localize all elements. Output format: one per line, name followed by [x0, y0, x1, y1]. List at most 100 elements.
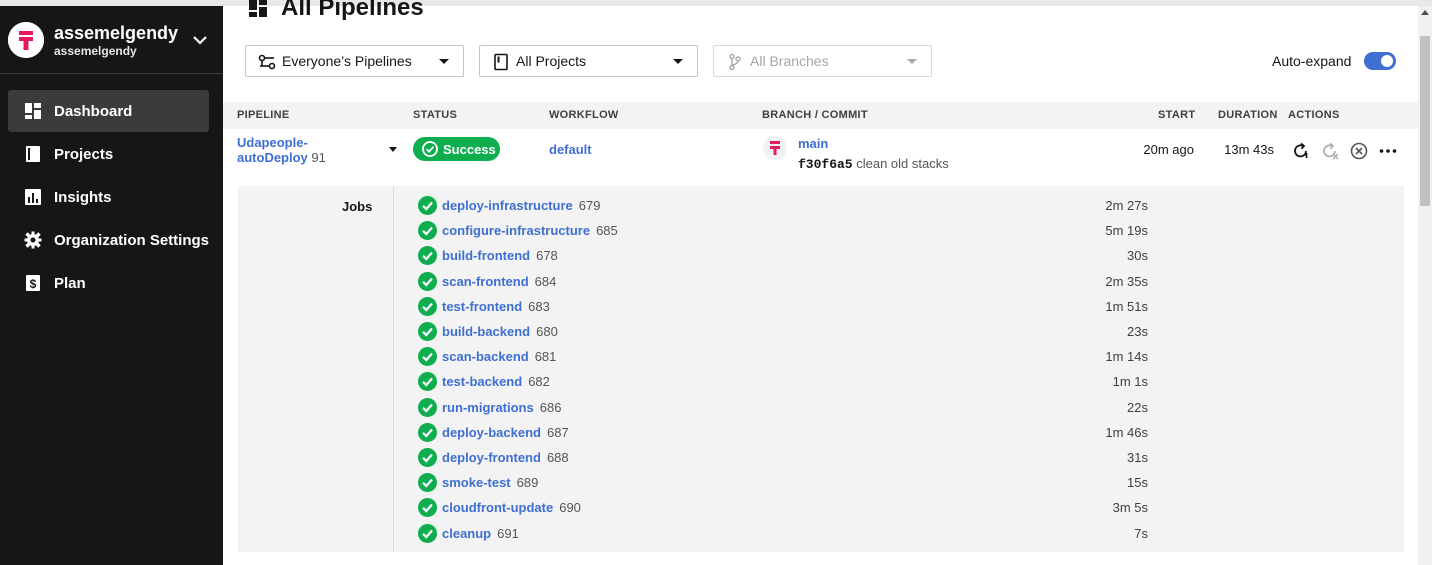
- sidebar-item-label: Dashboard: [54, 102, 133, 120]
- brand-logo-icon: [770, 141, 780, 155]
- job-name: run-migrations: [442, 399, 534, 415]
- rerun-failed-icon[interactable]: [1320, 141, 1340, 161]
- sidebar-item-insights[interactable]: Insights: [8, 176, 209, 218]
- cancel-icon[interactable]: [1349, 141, 1369, 161]
- pipelines-filter-label: Everyone’s Pipelines: [282, 53, 412, 69]
- scrollbar[interactable]: [1418, 6, 1432, 565]
- job-row: cloudfront-update 690 3m 5s: [418, 498, 1278, 518]
- job-link[interactable]: configure-infrastructure 685: [442, 223, 618, 238]
- job-link[interactable]: scan-frontend 684: [442, 274, 556, 289]
- brand-logo-icon: [8, 22, 44, 58]
- job-duration: 31s: [1127, 450, 1148, 465]
- job-row: deploy-frontend 688 31s: [418, 448, 1278, 468]
- job-link[interactable]: build-backend 680: [442, 324, 558, 339]
- sidebar-item-label: Projects: [54, 145, 114, 163]
- page-title-area: All Pipelines: [247, 0, 424, 24]
- svg-text:$: $: [30, 277, 37, 291]
- job-number: 688: [546, 450, 569, 465]
- job-link[interactable]: deploy-frontend 688: [442, 450, 569, 465]
- job-row: smoke-test 689 15s: [418, 473, 1278, 493]
- pipeline-duration: 13m 43s: [1224, 142, 1274, 157]
- job-name: deploy-backend: [442, 424, 541, 440]
- job-link[interactable]: run-migrations 686: [442, 400, 561, 415]
- more-options-icon[interactable]: [1378, 141, 1398, 161]
- job-link[interactable]: cleanup 691: [442, 526, 519, 541]
- job-duration: 2m 27s: [1105, 198, 1148, 213]
- job-name: build-frontend: [442, 248, 531, 264]
- pipeline-link[interactable]: Udapeople- autoDeploy 91: [237, 135, 387, 165]
- toggle-knob: [1381, 55, 1393, 67]
- job-link[interactable]: scan-backend 681: [442, 349, 556, 364]
- job-link[interactable]: test-frontend 683: [442, 299, 550, 314]
- sidebar-item-label: Insights: [54, 188, 112, 206]
- job-number: 680: [536, 324, 558, 339]
- job-duration: 7s: [1134, 525, 1148, 541]
- job-link[interactable]: deploy-backend 687: [442, 425, 569, 440]
- job-name: smoke-test: [442, 475, 511, 491]
- column-header-actions: ACTIONS: [1288, 109, 1340, 121]
- chevron-down-icon[interactable]: [190, 30, 210, 50]
- projects-filter-select[interactable]: All Projects: [479, 45, 698, 77]
- status-label: Success: [443, 141, 496, 157]
- job-duration: 15s: [1127, 475, 1148, 491]
- start-time: 20m ago: [1143, 142, 1194, 157]
- job-name: test-frontend: [442, 298, 523, 314]
- sidebar-item-projects[interactable]: Projects: [8, 133, 209, 175]
- sidebar-item-organization-settings[interactable]: Organization Settings: [8, 219, 209, 261]
- sidebar-item-plan[interactable]: $ Plan: [8, 262, 209, 304]
- commit-hash-link[interactable]: f30f6a5: [798, 157, 853, 172]
- sidebar-item-label: Plan: [54, 274, 86, 292]
- workflow-link[interactable]: default: [549, 142, 592, 157]
- expand-caret-icon[interactable]: [389, 147, 397, 152]
- sidebar-item-dashboard[interactable]: Dashboard: [8, 90, 209, 132]
- success-check-icon: [418, 498, 437, 518]
- column-header-status: STATUS: [413, 109, 458, 121]
- commit-message: clean old stacks: [856, 156, 949, 171]
- rerun-icon[interactable]: [1291, 141, 1311, 161]
- job-row: deploy-backend 687 1m 46s: [418, 422, 1278, 443]
- scrollbar-thumb[interactable]: [1420, 36, 1430, 206]
- job-number: 684: [534, 273, 557, 289]
- branches-filter-select[interactable]: All Branches: [713, 45, 932, 77]
- scroll-up-arrow-icon[interactable]: [1421, 10, 1429, 15]
- dashboard-icon: [25, 103, 41, 119]
- branches-filter-label: All Branches: [750, 53, 829, 69]
- insights-icon: [25, 189, 41, 205]
- org-switcher[interactable]: assemelgendy assemelgendy: [0, 6, 223, 74]
- auto-expand-toggle[interactable]: [1364, 52, 1396, 70]
- caret-down-icon: [439, 59, 449, 64]
- job-name: cleanup: [442, 525, 492, 541]
- column-header-workflow: WORKFLOW: [549, 109, 619, 121]
- jobs-label: Jobs: [342, 199, 373, 214]
- job-link[interactable]: build-frontend 678: [442, 248, 558, 263]
- job-row: scan-frontend 684 2m 35s: [418, 271, 1278, 292]
- branch-link[interactable]: main: [798, 136, 828, 151]
- job-duration: 1m 1s: [1112, 374, 1148, 390]
- status-badge[interactable]: Success: [413, 137, 500, 161]
- success-check-icon: [418, 246, 437, 266]
- job-name: scan-frontend: [442, 273, 529, 289]
- job-row: build-frontend 678 30s: [418, 246, 1278, 266]
- job-number: 691: [497, 525, 519, 541]
- job-name: deploy-infrastructure: [442, 198, 573, 213]
- job-link[interactable]: smoke-test 689: [442, 475, 538, 490]
- sidebar-item-label: Organization Settings: [54, 231, 210, 249]
- page-title: All Pipelines: [281, 0, 424, 21]
- job-row: cleanup 691 7s: [418, 523, 1278, 544]
- column-header-pipeline: PIPELINE: [237, 109, 290, 121]
- job-number: 678: [536, 248, 558, 264]
- job-link[interactable]: cloudfront-update 690: [442, 500, 581, 515]
- job-row: test-backend 682 1m 1s: [418, 372, 1278, 392]
- avatar: [763, 136, 787, 160]
- job-link[interactable]: test-backend 682: [442, 374, 550, 389]
- job-name: scan-backend: [442, 349, 529, 365]
- pipeline-filter-icon: [258, 54, 276, 70]
- success-check-icon: [418, 422, 437, 442]
- job-name: configure-infrastructure: [442, 223, 591, 239]
- job-row: configure-infrastructure 685 5m 19s: [418, 221, 1278, 241]
- pipelines-filter-select[interactable]: Everyone’s Pipelines: [245, 45, 464, 77]
- success-check-icon: [418, 372, 437, 392]
- job-link[interactable]: deploy-infrastructure 679: [442, 198, 600, 213]
- job-duration: 3m 5s: [1112, 500, 1148, 516]
- job-name: cloudfront-update: [442, 500, 554, 516]
